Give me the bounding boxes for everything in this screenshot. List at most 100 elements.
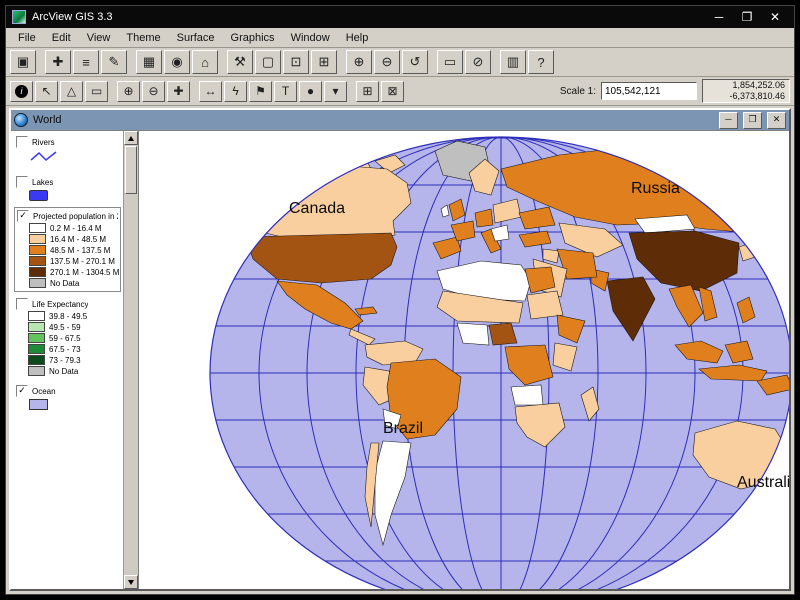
- locate-address-button[interactable]: ⌂: [192, 50, 218, 74]
- main-toolbar: ▣ ✚≡✎ ▦◉⌂ ⚒▢⊡⊞ ⊕⊖↺ ▭⊘ ▥?: [6, 48, 794, 77]
- scrollbar-track[interactable]: [124, 195, 138, 575]
- zoom-selected-button[interactable]: ⊞: [311, 50, 337, 74]
- vertex-edit-tool[interactable]: △: [60, 81, 83, 102]
- coordinate-y: -6,373,810.46: [729, 91, 785, 102]
- view-window-icon: [14, 113, 28, 127]
- tools-toolbar: i↖△▭ ⊕⊖✚ ↔ϟ⚑T●▾ ⊞⊠ Scale 1: 1,854,252.06 -6…: [6, 77, 794, 106]
- legend-class: 16.4 M - 48.5 M: [29, 234, 118, 244]
- theme-ocean-label: Ocean: [32, 387, 56, 396]
- theme-population[interactable]: ✓ Projected population in 2000 0.2 M - 1…: [14, 207, 121, 292]
- map-label-australia: Australia: [737, 474, 789, 491]
- legend-class: 67.5 - 73: [28, 344, 119, 354]
- toc-scrollbar[interactable]: [123, 131, 139, 589]
- close-button[interactable]: ✕: [764, 10, 786, 24]
- population-legend: 0.2 M - 16.4 M 16.4 M - 48.5 M 48.5 M - …: [17, 223, 118, 288]
- hotlink-tool[interactable]: ϟ: [224, 81, 247, 102]
- theme-population-label: Projected population in 2000: [33, 212, 118, 221]
- theme-rivers[interactable]: Rivers: [14, 134, 121, 170]
- theme-properties-button[interactable]: ≡: [73, 50, 99, 74]
- view-titlebar[interactable]: World ─ ❐ ✕: [11, 110, 789, 130]
- open-theme-table-button[interactable]: ▦: [136, 50, 162, 74]
- text-tool[interactable]: T: [274, 81, 297, 102]
- help-button[interactable]: ?: [528, 50, 554, 74]
- menubar: FileEditViewThemeSurfaceGraphicsWindowHe…: [6, 28, 794, 48]
- menu-theme[interactable]: Theme: [118, 30, 168, 46]
- zoom-out-button[interactable]: ⊖: [374, 50, 400, 74]
- view-close-button[interactable]: ✕: [767, 112, 786, 129]
- world-map[interactable]: Canada Russia Brazil Australia: [139, 131, 789, 589]
- edit-legend-button[interactable]: ✎: [101, 50, 127, 74]
- pointer-tool[interactable]: ↖: [35, 81, 58, 102]
- select-feature-tool[interactable]: ▭: [85, 81, 108, 102]
- scrollbar-thumb[interactable]: [125, 146, 137, 194]
- theme-life-expectancy[interactable]: Life Expectancy 39.8 - 49.5 49.5 - 59: [14, 296, 121, 379]
- menu-graphics[interactable]: Graphics: [223, 30, 283, 46]
- legend-class: 73 - 79.3: [28, 355, 119, 365]
- layout-button[interactable]: ▥: [500, 50, 526, 74]
- scale-coords-cluster: Scale 1: 1,854,252.06 -6,373,810.46: [560, 79, 790, 103]
- coordinate-readout: 1,854,252.06 -6,373,810.46: [702, 79, 790, 103]
- snap-tool[interactable]: ⊞: [356, 81, 379, 102]
- minimize-button[interactable]: ─: [708, 10, 730, 24]
- legend-class: 137.5 M - 270.1 M: [29, 256, 118, 266]
- identify-tool[interactable]: i: [10, 81, 33, 102]
- save-project-button[interactable]: ▣: [10, 50, 36, 74]
- scroll-up-button[interactable]: [124, 131, 138, 145]
- menu-window[interactable]: Window: [283, 30, 338, 46]
- life-expectancy-legend: 39.8 - 49.5 49.5 - 59 59 - 67.5 67.5 -: [16, 311, 119, 376]
- app-titlebar[interactable]: ArcView GIS 3.3 ─ ❐ ✕: [6, 6, 794, 28]
- menu-file[interactable]: File: [10, 30, 44, 46]
- clear-selection-button[interactable]: ⊘: [465, 50, 491, 74]
- scale-label: Scale 1:: [560, 86, 596, 97]
- legend-class: 48.5 M - 137.5 M: [29, 245, 118, 255]
- menu-view[interactable]: View: [79, 30, 119, 46]
- app-title: ArcView GIS 3.3: [32, 11, 113, 23]
- zoom-in-tool[interactable]: ⊕: [117, 81, 140, 102]
- legend-class: 270.1 M - 1304.5 M: [29, 267, 118, 277]
- theme-life-expectancy-checkbox[interactable]: [16, 298, 28, 310]
- theme-rivers-checkbox[interactable]: [16, 136, 28, 148]
- label-tool[interactable]: ⚑: [249, 81, 272, 102]
- tool-dropdown-arrow[interactable]: ▾: [324, 81, 347, 102]
- scroll-down-button[interactable]: [124, 575, 138, 589]
- menu-surface[interactable]: Surface: [169, 30, 223, 46]
- query-builder-button[interactable]: ⚒: [227, 50, 253, 74]
- lakes-swatch: [29, 190, 48, 201]
- view-restore-button[interactable]: ❐: [743, 112, 762, 129]
- table-of-contents[interactable]: Rivers Lakes: [11, 131, 123, 589]
- restore-button[interactable]: ❐: [736, 10, 758, 24]
- theme-lakes[interactable]: Lakes: [14, 174, 121, 203]
- ocean-swatch: [29, 399, 48, 410]
- view-title: World: [33, 114, 62, 126]
- zoom-out-tool[interactable]: ⊖: [142, 81, 165, 102]
- legend-class: No Data: [28, 366, 119, 376]
- zoom-previous-button[interactable]: ↺: [402, 50, 428, 74]
- theme-ocean[interactable]: ✓ Ocean: [14, 383, 121, 412]
- menu-help[interactable]: Help: [338, 30, 377, 46]
- legend-class: 39.8 - 49.5: [28, 311, 119, 321]
- screen-frame: ArcView GIS 3.3 ─ ❐ ✕ FileEditViewThemeS…: [0, 0, 800, 600]
- view-minimize-button[interactable]: ─: [719, 112, 738, 129]
- add-theme-button[interactable]: ✚: [45, 50, 71, 74]
- select-features-button[interactable]: ▭: [437, 50, 463, 74]
- pan-tool[interactable]: ✚: [167, 81, 190, 102]
- view-body: Rivers Lakes: [11, 130, 789, 589]
- find-button[interactable]: ◉: [164, 50, 190, 74]
- theme-population-checkbox[interactable]: ✓: [17, 210, 29, 222]
- zoom-active-theme-button[interactable]: ⊡: [283, 50, 309, 74]
- theme-lakes-checkbox[interactable]: [16, 176, 28, 188]
- zoom-in-button[interactable]: ⊕: [346, 50, 372, 74]
- legend-class: 59 - 67.5: [28, 333, 119, 343]
- map-canvas[interactable]: Canada Russia Brazil Australia: [139, 131, 789, 589]
- coordinate-x: 1,854,252.06: [732, 80, 785, 91]
- zoom-full-extent-button[interactable]: ▢: [255, 50, 281, 74]
- legend-class: 0.2 M - 16.4 M: [29, 223, 118, 233]
- theme-ocean-checkbox[interactable]: ✓: [16, 385, 28, 397]
- measure-tool[interactable]: ↔: [199, 81, 222, 102]
- view-document-window: World ─ ❐ ✕ Rivers: [9, 108, 791, 591]
- scale-input[interactable]: [601, 82, 697, 100]
- arcview-window: ArcView GIS 3.3 ─ ❐ ✕ FileEditViewThemeS…: [5, 5, 795, 595]
- menu-edit[interactable]: Edit: [44, 30, 79, 46]
- area-tool[interactable]: ⊠: [381, 81, 404, 102]
- draw-tool[interactable]: ●: [299, 81, 322, 102]
